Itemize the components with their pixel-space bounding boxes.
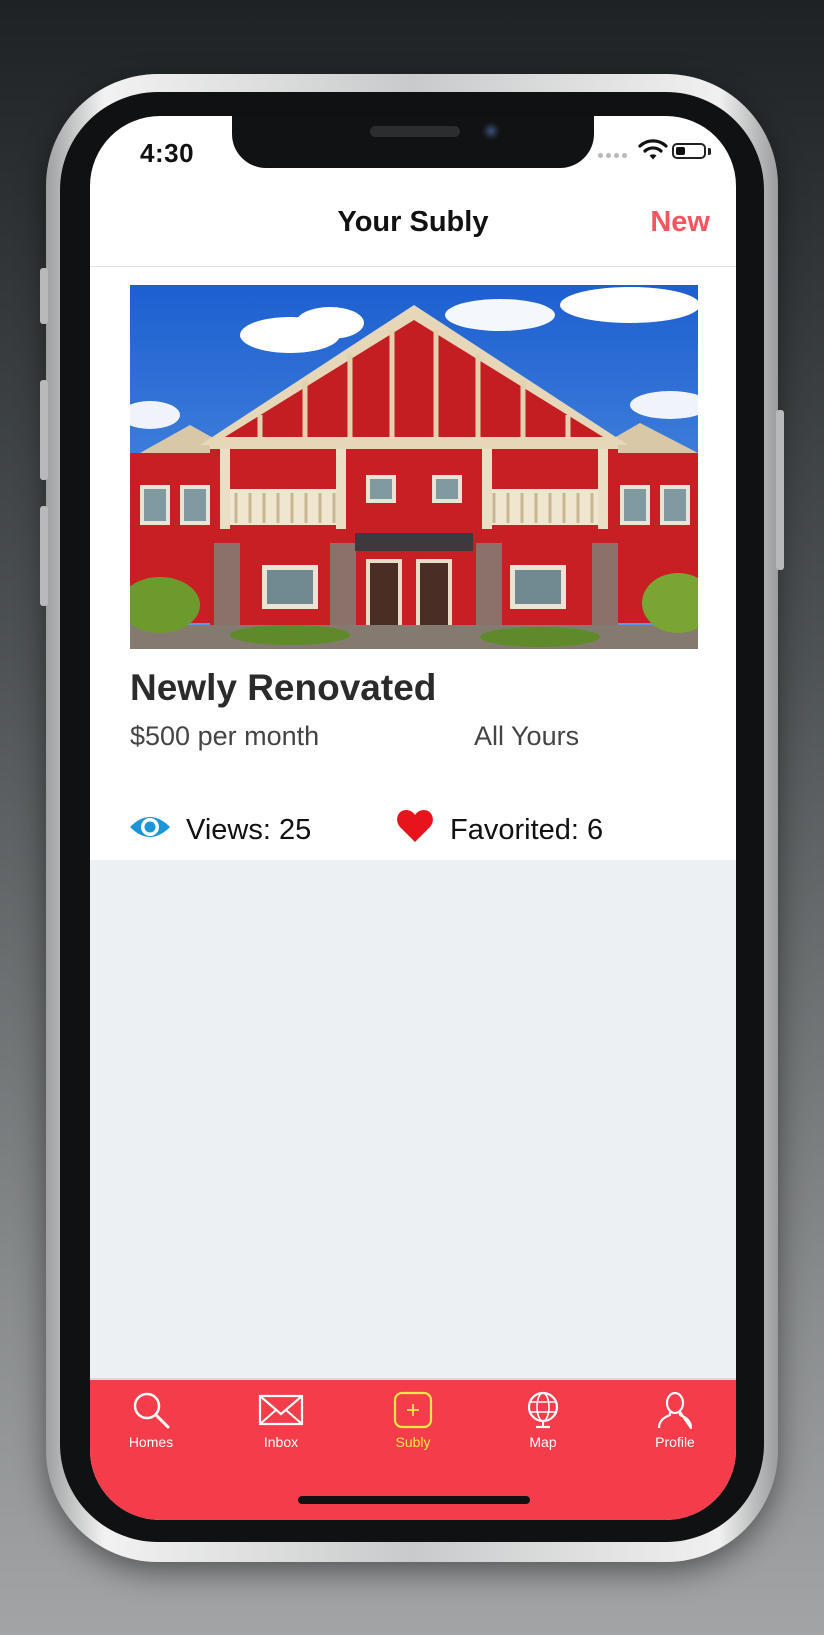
battery-level xyxy=(676,147,685,155)
phone-power-button xyxy=(776,410,784,570)
eye-icon xyxy=(130,817,170,837)
tab-map[interactable]: Map xyxy=(488,1390,598,1450)
tab-label-homes: Homes xyxy=(128,1434,174,1450)
notch xyxy=(232,116,594,168)
tab-label-profile: Profile xyxy=(655,1434,695,1450)
house-photo xyxy=(130,285,698,649)
navigation-bar: Your Subly New xyxy=(90,178,736,267)
globe-icon xyxy=(527,1391,559,1429)
content-background xyxy=(90,860,736,1378)
tab-label-subly: Subly xyxy=(395,1434,431,1450)
cellular-signal-icon xyxy=(598,153,627,158)
person-icon xyxy=(657,1391,693,1430)
favorited-count: Favorited: 6 xyxy=(450,814,604,846)
status-time: 4:30 xyxy=(140,138,195,168)
add-square-icon xyxy=(393,1391,433,1429)
listing-type: All Yours xyxy=(474,721,580,751)
tab-label-map: Map xyxy=(529,1434,557,1450)
battery-tip xyxy=(708,148,711,155)
views-count: Views: 25 xyxy=(186,814,312,846)
tab-profile[interactable]: Profile xyxy=(620,1390,730,1450)
tab-homes[interactable]: Homes xyxy=(96,1390,206,1450)
home-indicator[interactable] xyxy=(298,1496,530,1504)
page-title: Your Subly xyxy=(337,206,489,238)
tab-inbox[interactable]: Inbox xyxy=(226,1390,336,1450)
front-camera xyxy=(482,122,500,140)
battery-icon xyxy=(672,143,706,159)
tab-label-inbox: Inbox xyxy=(263,1434,299,1450)
heart-icon xyxy=(397,810,433,842)
phone-volume-up xyxy=(40,380,48,480)
wifi-icon xyxy=(638,139,668,160)
new-listing-button[interactable]: New xyxy=(650,206,710,239)
phone-silent-switch xyxy=(40,268,48,324)
listing-price: $500 per month xyxy=(130,721,320,751)
envelope-icon xyxy=(258,1394,304,1426)
tab-bar: Homes Inbox Subly Map Profile xyxy=(90,1378,736,1520)
speaker-grille xyxy=(370,126,460,137)
phone-screen: 4:30 Your Subly New Newly Renovated $500… xyxy=(90,116,736,1520)
phone-volume-down xyxy=(40,506,48,606)
tab-subly[interactable]: Subly xyxy=(358,1390,468,1450)
listing-photo[interactable] xyxy=(130,285,698,649)
listing-title: Newly Renovated xyxy=(130,667,437,708)
search-icon xyxy=(133,1392,170,1429)
